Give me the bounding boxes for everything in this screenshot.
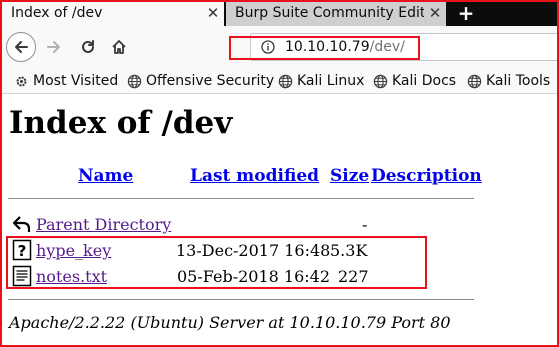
url-annotation-box [229, 36, 420, 60]
parent-size: - [362, 215, 368, 234]
column-header-last-modified[interactable]: Last modified [190, 166, 319, 186]
column-header-description[interactable]: Description [371, 166, 482, 186]
bookmark-kali-docs[interactable]: Kali Docs [373, 71, 456, 91]
back-folder-icon [12, 216, 31, 232]
tab-title: Index of /dev [11, 5, 103, 21]
back-button[interactable] [6, 32, 36, 62]
tab-burp-suite[interactable]: Burp Suite Community Edition ✕ [226, 0, 446, 26]
bookmark-label: Kali Linux [297, 73, 365, 89]
tab-strip: Index of /dev ✕ Burp Suite Community Edi… [0, 0, 559, 26]
forward-button[interactable] [41, 34, 67, 60]
column-header-name[interactable]: Name [78, 166, 133, 186]
bookmark-label: Kali Docs [392, 73, 457, 89]
home-button[interactable] [106, 34, 132, 60]
bookmark-kali-tools[interactable]: Kali Tools [467, 71, 550, 91]
bookmark-label: Offensive Security [146, 73, 275, 89]
column-header-size[interactable]: Size [330, 166, 369, 186]
globe-icon [467, 74, 482, 88]
bookmark-label: Most Visited [33, 73, 119, 89]
bookmark-offensive-security[interactable]: Offensive Security [127, 71, 274, 91]
page-content: Index of /dev Name Last modified Size De… [0, 95, 559, 347]
home-icon [112, 40, 126, 54]
bookmark-kali-linux[interactable]: Kali Linux [278, 71, 364, 91]
gear-icon [16, 76, 27, 86]
close-icon[interactable]: ✕ [202, 4, 224, 22]
files-annotation-box [6, 236, 427, 289]
globe-icon [127, 74, 142, 88]
server-signature: Apache/2.2.22 (Ubuntu) Server at 10.10.1… [9, 313, 451, 332]
new-tab-button[interactable]: + [452, 0, 480, 26]
parent-directory-link[interactable]: Parent Directory [36, 215, 171, 234]
arrow-right-icon [47, 41, 60, 53]
arrow-left-icon [15, 41, 28, 53]
tab-index-of-dev[interactable]: Index of /dev ✕ [2, 0, 224, 26]
globe-icon [373, 74, 388, 88]
reload-button[interactable] [75, 34, 101, 60]
footer-divider [8, 299, 474, 300]
plus-icon: + [457, 1, 475, 25]
bookmark-most-visited[interactable]: Most Visited [14, 71, 118, 91]
bookmark-label: Kali Tools [486, 73, 551, 89]
bookmarks-toolbar: Most Visited Offensive Security Kali Lin… [0, 68, 559, 94]
close-icon[interactable]: ✕ [424, 4, 446, 22]
tab-title: Burp Suite Community Edition [235, 5, 424, 21]
header-divider [8, 198, 474, 199]
globe-icon [278, 74, 293, 88]
page-title: Index of /dev [9, 105, 233, 141]
reload-icon [82, 40, 94, 53]
